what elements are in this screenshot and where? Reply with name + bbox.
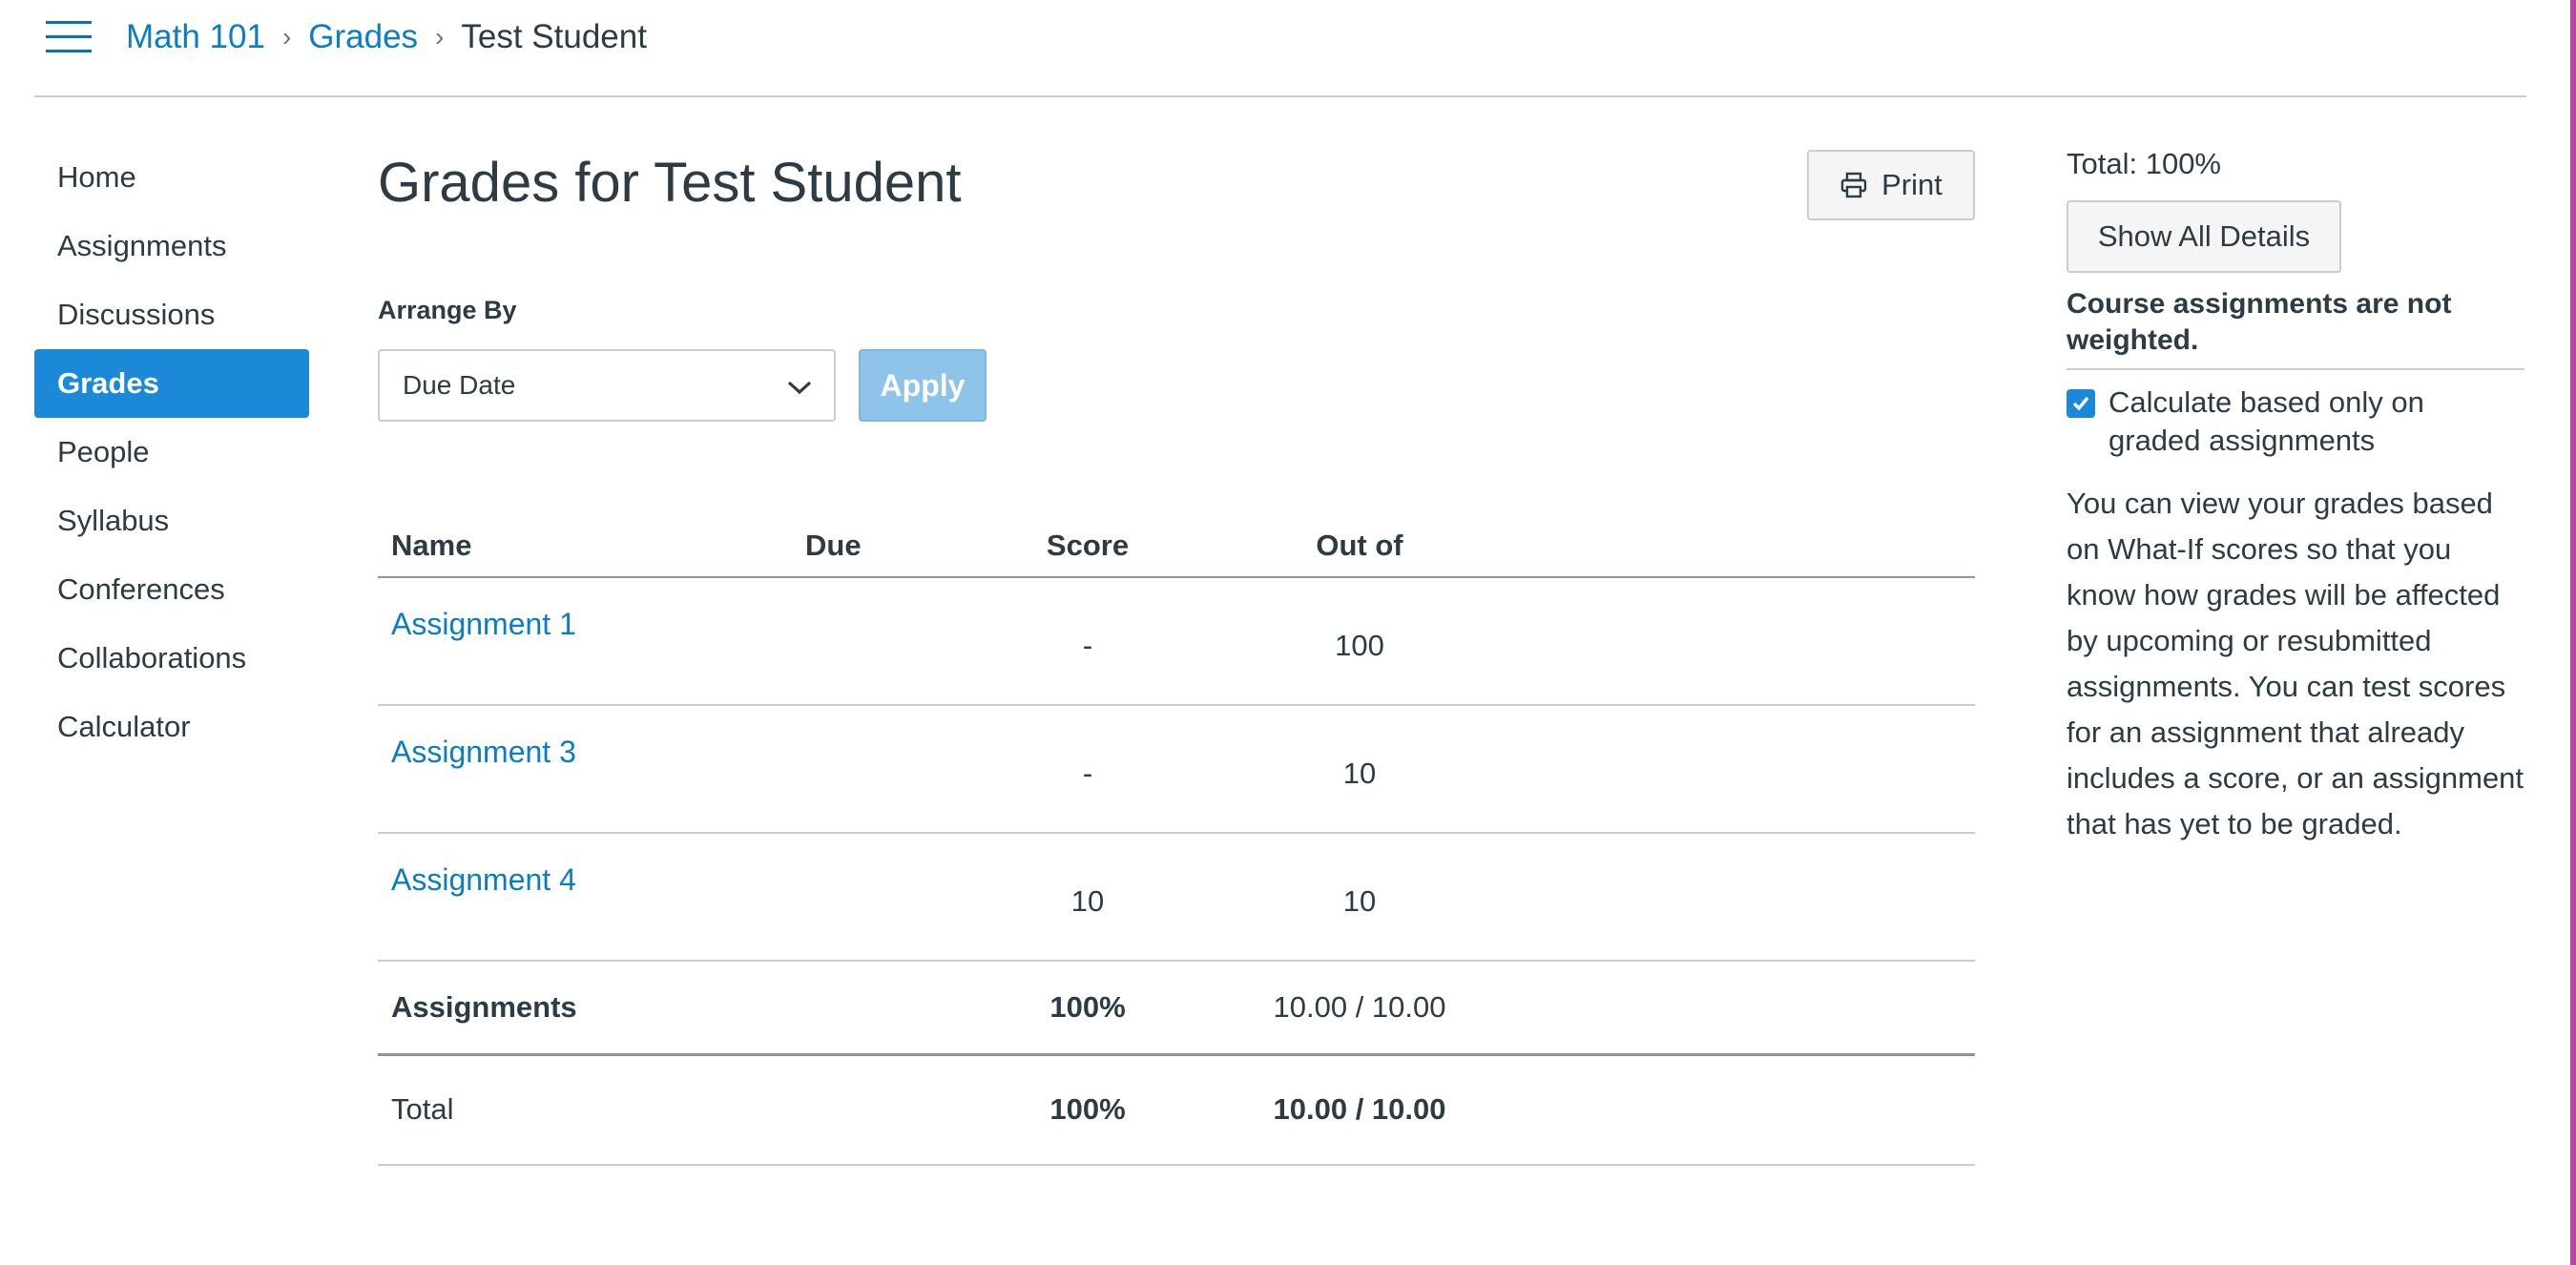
group-out-of: 10.00 / 10.00 bbox=[1154, 961, 1565, 1056]
out-of-cell: 10 bbox=[1154, 705, 1565, 834]
nav-item-grades[interactable]: Grades bbox=[34, 349, 309, 418]
window-edge bbox=[2570, 0, 2576, 1265]
table-row: Assignment 4 10 10 bbox=[378, 833, 1975, 962]
chevron-right-icon: › bbox=[435, 22, 445, 52]
group-score: 100% bbox=[1021, 961, 1154, 1056]
assignment-link[interactable]: Assignment 4 bbox=[391, 862, 576, 898]
table-header-row: Name Due Score Out of bbox=[378, 515, 1975, 578]
apply-button[interactable]: Apply bbox=[859, 349, 987, 422]
print-button[interactable]: Print bbox=[1807, 150, 1975, 220]
assignment-link[interactable]: Assignment 3 bbox=[391, 735, 576, 770]
graded-only-checkbox[interactable] bbox=[2067, 389, 2095, 418]
nav-item-people[interactable]: People bbox=[34, 418, 309, 487]
total-out-of: 10.00 / 10.00 bbox=[1154, 1054, 1565, 1166]
hamburger-icon[interactable] bbox=[46, 21, 92, 53]
header-spacer bbox=[1565, 515, 1975, 578]
header-score[interactable]: Score bbox=[1021, 515, 1154, 578]
due-cell bbox=[792, 833, 1021, 962]
sidebar-total: Total: 100% bbox=[2067, 147, 2221, 180]
table-row: Assignment 3 - 10 bbox=[378, 705, 1975, 834]
arrange-by-value: Due Date bbox=[403, 370, 516, 400]
breadcrumb-course[interactable]: Math 101 bbox=[126, 18, 265, 56]
final-total-row: Total 100% 10.00 / 10.00 bbox=[378, 1054, 1975, 1166]
table-row: Assignment 1 - 100 bbox=[378, 577, 1975, 706]
header-out-of[interactable]: Out of bbox=[1154, 515, 1565, 578]
group-total-row: Assignments 100% 10.00 / 10.00 bbox=[378, 961, 1975, 1056]
nav-item-calculator[interactable]: Calculator bbox=[34, 693, 309, 761]
show-all-details-button[interactable]: Show All Details bbox=[2067, 200, 2341, 273]
what-if-description: You can view your grades based on What-I… bbox=[2067, 487, 2524, 840]
nav-item-collaborations[interactable]: Collaborations bbox=[34, 624, 309, 693]
course-navigation: Home Assignments Discussions Grades Peop… bbox=[34, 143, 309, 761]
score-cell[interactable]: - bbox=[1021, 705, 1154, 834]
header: Math 101 › Grades › Test Student bbox=[34, 0, 2526, 97]
score-cell[interactable]: 10 bbox=[1021, 833, 1154, 962]
calculate-option: Calculate based only on graded assignmen… bbox=[2067, 384, 2524, 460]
total-score: 100% bbox=[1021, 1054, 1154, 1166]
out-of-cell: 100 bbox=[1154, 577, 1565, 706]
arrange-by-label: Arrange By bbox=[378, 296, 517, 324]
total-name: Total bbox=[378, 1054, 792, 1166]
graded-only-label[interactable]: Calculate based only on graded assignmen… bbox=[2109, 384, 2524, 460]
nav-item-conferences[interactable]: Conferences bbox=[34, 555, 309, 624]
score-cell[interactable]: - bbox=[1021, 577, 1154, 706]
due-cell bbox=[792, 577, 1021, 706]
breadcrumb-current: Test Student bbox=[461, 18, 647, 55]
weighting-note: Course assignments are not weighted. bbox=[2067, 286, 2524, 370]
nav-item-assignments[interactable]: Assignments bbox=[34, 212, 309, 280]
printer-icon bbox=[1840, 172, 1867, 198]
breadcrumb-grades[interactable]: Grades bbox=[308, 18, 418, 56]
nav-item-home[interactable]: Home bbox=[34, 143, 309, 212]
arrange-by-select[interactable]: Due Date bbox=[378, 349, 836, 422]
checkmark-icon bbox=[2072, 396, 2089, 411]
chevron-down-icon bbox=[787, 381, 812, 395]
due-cell bbox=[792, 705, 1021, 834]
header-due[interactable]: Due bbox=[792, 515, 1021, 578]
print-label: Print bbox=[1881, 168, 1942, 201]
out-of-cell: 10 bbox=[1154, 833, 1565, 962]
nav-item-discussions[interactable]: Discussions bbox=[34, 280, 309, 349]
breadcrumb: Math 101 › Grades › Test Student bbox=[126, 13, 647, 61]
page-title: Grades for Test Student bbox=[378, 152, 962, 214]
nav-item-syllabus[interactable]: Syllabus bbox=[34, 487, 309, 555]
chevron-right-icon: › bbox=[281, 22, 292, 52]
header-name[interactable]: Name bbox=[378, 515, 792, 578]
grades-table: Name Due Score Out of Assignment 1 - 100… bbox=[378, 515, 1975, 1166]
group-name: Assignments bbox=[378, 961, 792, 1056]
assignment-link[interactable]: Assignment 1 bbox=[391, 607, 576, 642]
